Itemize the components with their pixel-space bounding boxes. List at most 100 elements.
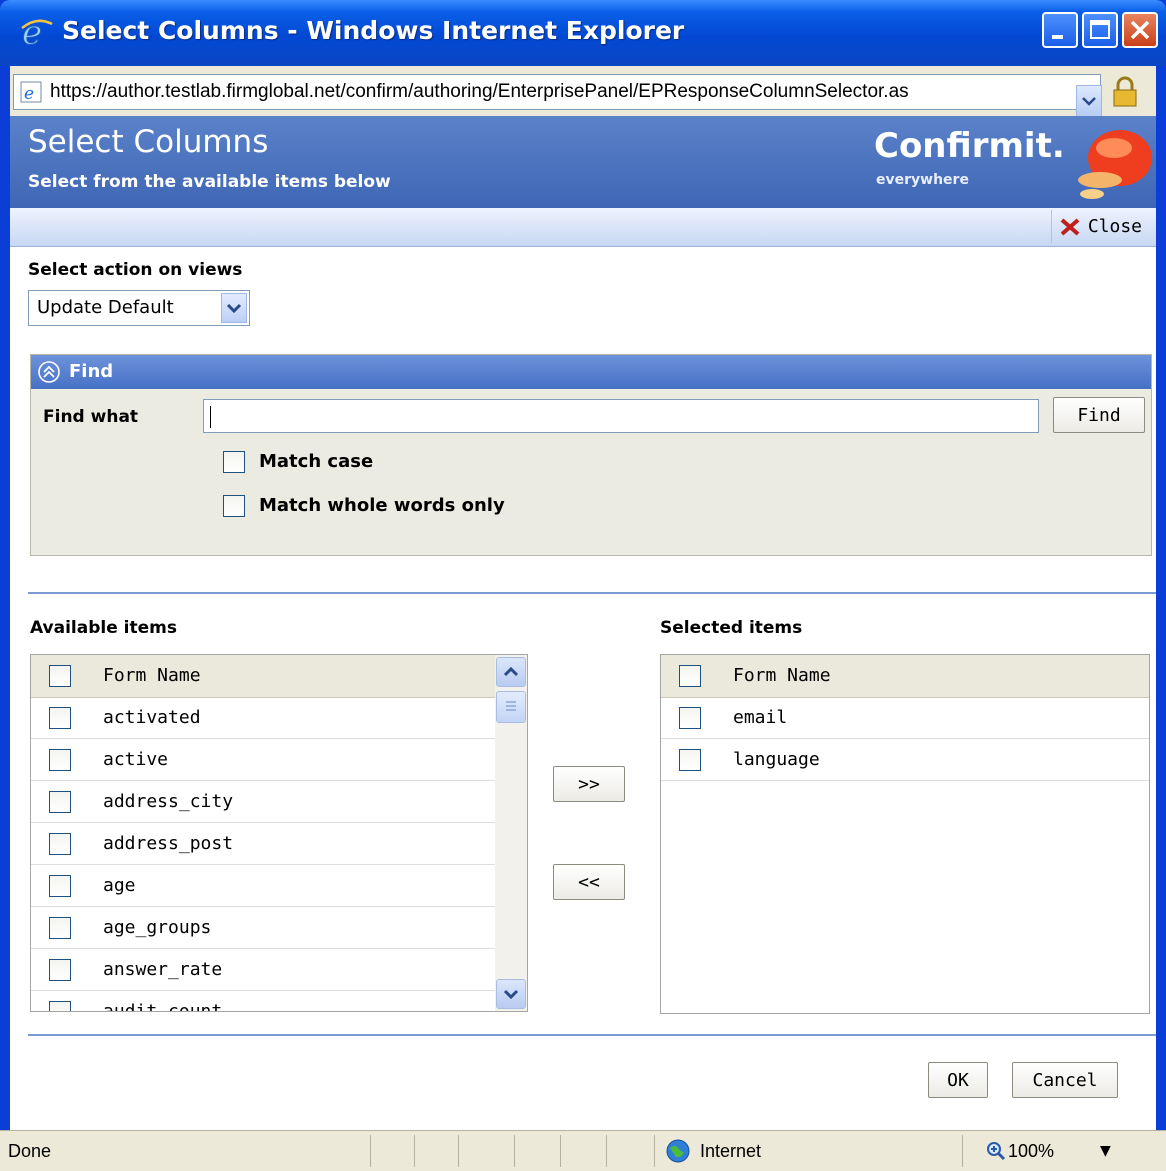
toolbar: Close	[10, 208, 1156, 247]
scroll-down-button[interactable]	[496, 979, 526, 1009]
selected-items-list[interactable]: Form Name email language	[660, 654, 1150, 1014]
views-action-value: Update Default	[37, 297, 174, 318]
list-item[interactable]: language	[661, 739, 1149, 781]
views-action-label: Select action on views	[28, 260, 243, 280]
svg-text:e: e	[22, 14, 42, 48]
list-item[interactable]: audit_count	[31, 991, 495, 1012]
item-checkbox[interactable]	[49, 707, 71, 729]
list-item[interactable]: answer_rate	[31, 949, 495, 991]
item-label: email	[733, 707, 788, 728]
chevron-down-icon	[1082, 97, 1096, 106]
lock-icon[interactable]	[1110, 76, 1140, 108]
zoom-icon[interactable]	[986, 1141, 1006, 1161]
maximize-icon	[1090, 20, 1110, 39]
add-items-button[interactable]: >>	[553, 766, 625, 802]
maximize-button[interactable]	[1082, 12, 1118, 48]
list-item[interactable]: address_post	[31, 823, 495, 865]
title-bar[interactable]: e Select Columns - Windows Internet Expl…	[0, 0, 1166, 66]
item-label: active	[103, 749, 169, 770]
selected-items-heading: Selected items	[660, 618, 803, 638]
find-panel-header[interactable]: Find	[31, 355, 1151, 389]
column-header-form-name[interactable]: Form Name	[103, 665, 201, 686]
separator	[28, 592, 1156, 594]
item-checkbox[interactable]	[679, 707, 701, 729]
page-title: Select Columns	[28, 124, 269, 160]
find-input[interactable]	[203, 399, 1039, 433]
match-whole-words-label: Match whole words only	[259, 495, 505, 516]
close-window-button[interactable]	[1122, 12, 1158, 48]
item-label: activated	[103, 707, 201, 728]
find-panel-title: Find	[69, 361, 114, 382]
page-header: Select Columns Select from the available…	[10, 116, 1156, 208]
item-checkbox[interactable]	[49, 959, 71, 981]
internet-explorer-icon: e	[21, 14, 53, 48]
item-label: age_groups	[103, 917, 212, 938]
scroll-thumb[interactable]	[496, 691, 526, 723]
zoom-dropdown-icon[interactable]: ▼	[1100, 1143, 1111, 1159]
status-divider	[560, 1135, 561, 1167]
list-item[interactable]: age_groups	[31, 907, 495, 949]
item-label: address_post	[103, 833, 234, 854]
match-case-label: Match case	[259, 451, 374, 472]
match-whole-words-checkbox[interactable]	[223, 495, 245, 517]
minimize-icon	[1052, 35, 1063, 39]
url-text: https://author.testlab.firmglobal.net/co…	[50, 81, 909, 102]
match-case-checkbox[interactable]	[223, 451, 245, 473]
ok-button[interactable]: OK	[928, 1062, 988, 1098]
item-checkbox[interactable]	[49, 791, 71, 813]
item-checkbox[interactable]	[49, 917, 71, 939]
status-divider	[606, 1135, 607, 1167]
item-checkbox[interactable]	[679, 749, 701, 771]
remove-items-button[interactable]: <<	[553, 864, 625, 900]
zoom-level[interactable]: 100%	[1008, 1141, 1054, 1162]
browser-window: e Select Columns - Windows Internet Expl…	[0, 0, 1166, 1171]
close-button[interactable]: Close	[1050, 210, 1148, 243]
chevron-down-icon	[503, 989, 519, 1000]
status-divider	[370, 1135, 371, 1167]
list-item[interactable]: activated	[31, 697, 495, 739]
column-header-form-name[interactable]: Form Name	[733, 665, 831, 686]
brand-tagline: everywhere	[876, 172, 969, 188]
vertical-scrollbar[interactable]	[495, 655, 527, 1011]
views-action-select[interactable]: Update Default	[28, 290, 250, 326]
item-checkbox[interactable]	[49, 1001, 71, 1011]
item-checkbox[interactable]	[49, 749, 71, 771]
text-caret	[210, 406, 211, 428]
minimize-button[interactable]	[1042, 12, 1078, 48]
brand-name: Confirmit.	[874, 126, 1065, 166]
confirmit-logo	[1078, 130, 1152, 199]
available-items-heading: Available items	[30, 618, 177, 638]
available-items-list[interactable]: Form Name activated active address_city …	[30, 654, 528, 1012]
window-title: Select Columns - Windows Internet Explor…	[62, 16, 685, 45]
item-checkbox[interactable]	[49, 833, 71, 855]
select-dropdown-button[interactable]	[221, 293, 247, 323]
list-item[interactable]: email	[661, 697, 1149, 739]
item-label: audit_count	[103, 1001, 223, 1012]
selected-list-header: Form Name	[661, 655, 1149, 698]
page-subtitle: Select from the available items below	[28, 172, 391, 192]
find-button[interactable]: Find	[1053, 397, 1145, 433]
item-checkbox[interactable]	[49, 875, 71, 897]
close-x-icon	[1060, 217, 1080, 236]
status-text: Done	[8, 1141, 52, 1161]
cancel-button[interactable]: Cancel	[1012, 1062, 1118, 1098]
globe-icon	[666, 1139, 690, 1163]
status-divider	[514, 1135, 515, 1167]
close-icon	[1130, 20, 1150, 40]
list-item[interactable]: address_city	[31, 781, 495, 823]
collapse-icon[interactable]	[37, 360, 61, 384]
separator	[28, 1034, 1156, 1036]
select-all-selected-checkbox[interactable]	[679, 665, 701, 687]
available-list-header: Form Name	[31, 655, 495, 698]
list-item[interactable]: active	[31, 739, 495, 781]
item-label: answer_rate	[103, 959, 223, 980]
list-item[interactable]: age	[31, 865, 495, 907]
select-all-available-checkbox[interactable]	[49, 665, 71, 687]
url-dropdown-button[interactable]	[1076, 85, 1102, 117]
status-divider	[458, 1135, 459, 1167]
address-bar: e https://author.testlab.firmglobal.net/…	[10, 66, 1156, 117]
scroll-up-button[interactable]	[496, 657, 526, 687]
status-divider	[962, 1135, 963, 1167]
url-field[interactable]: e https://author.testlab.firmglobal.net/…	[13, 74, 1102, 117]
item-label: language	[733, 749, 820, 770]
